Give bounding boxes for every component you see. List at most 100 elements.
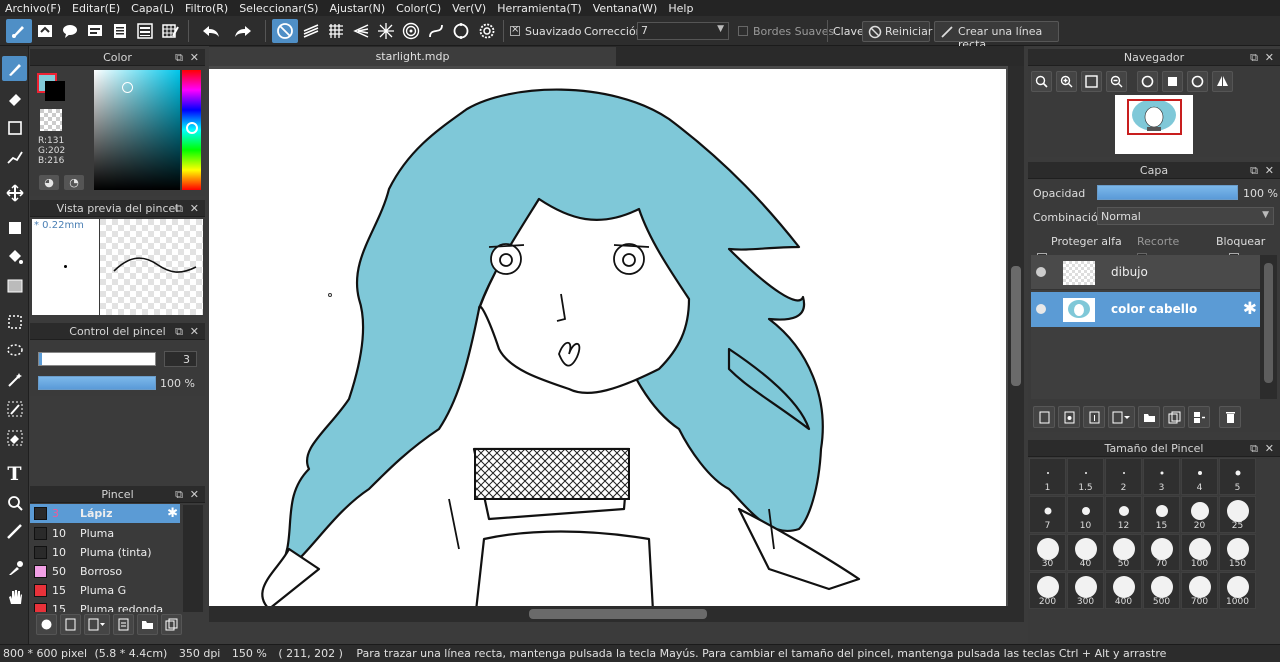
flip-horizontal-icon[interactable] — [1212, 71, 1233, 92]
menu-archivo[interactable]: Archivo(F) — [0, 2, 67, 15]
snap-settings-icon[interactable] — [474, 19, 500, 43]
gradient-tool-icon[interactable] — [2, 273, 27, 298]
layer-row[interactable]: color cabello ✱ — [1031, 292, 1260, 327]
add-layer-menu-icon[interactable] — [1108, 406, 1135, 428]
new-brush-icon[interactable] — [60, 614, 81, 635]
lasso-tool-icon[interactable] — [2, 338, 27, 363]
brush-size-cell[interactable]: 1.5 — [1067, 458, 1104, 495]
grid-edit-icon[interactable] — [157, 19, 183, 43]
select-pen-tool-icon[interactable] — [2, 396, 27, 421]
snap-concentric-icon[interactable] — [398, 19, 424, 43]
eye-icon[interactable] — [1036, 267, 1046, 277]
navigator-thumbnail[interactable] — [1115, 95, 1193, 154]
brush-cloud-icon[interactable] — [36, 614, 57, 635]
brush-size-cell[interactable]: 25 — [1219, 496, 1256, 533]
canvas-tab[interactable]: starlight.mdp — [209, 47, 616, 66]
brush-size-cell[interactable]: 100 — [1181, 534, 1218, 571]
brush-size-cell[interactable]: 400 — [1105, 572, 1142, 609]
brush-item[interactable]: 10 Pluma — [30, 524, 180, 543]
bordes-suaves-checkbox[interactable] — [738, 26, 748, 36]
menu-ventana[interactable]: Ventana(W) — [588, 2, 664, 15]
snap-parallel-icon[interactable] — [298, 19, 324, 43]
menu-seleccionar[interactable]: Seleccionar(S) — [234, 2, 324, 15]
duplicate-layer-icon[interactable] — [1163, 406, 1185, 428]
viewport-rect[interactable] — [1127, 99, 1182, 135]
layer-opacity-slider[interactable] — [1097, 185, 1238, 200]
brush-item[interactable]: 15 Pluma redonda — [30, 600, 180, 612]
suavizado-checkbox[interactable] — [510, 24, 520, 36]
linea-recta-button[interactable]: Crear una línea recta — [934, 21, 1059, 51]
snap-grid-icon[interactable] — [323, 19, 349, 43]
zoom-out-icon[interactable] — [1106, 71, 1127, 92]
rectangle-tool-icon[interactable] — [2, 115, 27, 140]
popout-icon[interactable]: ⧉ — [175, 49, 183, 66]
menu-ajustar[interactable]: Ajustar(N) — [324, 2, 391, 15]
layer-row[interactable]: dibujo — [1031, 255, 1260, 290]
eyedropper-tool-icon[interactable] — [2, 555, 27, 580]
brush-size-cell[interactable]: 40 — [1067, 534, 1104, 571]
rotate-left-icon[interactable] — [1137, 71, 1158, 92]
brush-duplicate-icon[interactable] — [161, 614, 182, 635]
brush-size-cell[interactable]: 5 — [1219, 458, 1256, 495]
brush-item[interactable]: 3 Lápiz ✱ — [30, 504, 180, 523]
drawing-canvas[interactable] — [209, 69, 1006, 622]
zoom-in-plus-icon[interactable] — [1056, 71, 1077, 92]
brush-list-scrollbar[interactable] — [183, 505, 203, 612]
layer-folder-icon[interactable] — [1138, 406, 1160, 428]
horizontal-scroll-thumb[interactable] — [529, 609, 707, 619]
list-view-icon[interactable] — [132, 19, 158, 43]
text-tool-icon[interactable]: T — [2, 461, 27, 486]
brush-size-cell[interactable]: 700 — [1181, 572, 1218, 609]
delete-layer-icon[interactable] — [1219, 406, 1241, 428]
operation-tool-icon[interactable] — [2, 490, 27, 515]
document-icon[interactable] — [107, 19, 133, 43]
popout-icon[interactable]: ⧉ — [1250, 162, 1258, 179]
transparent-color-swatch[interactable] — [40, 109, 62, 131]
brush-size-cell[interactable]: 150 — [1219, 534, 1256, 571]
hue-cursor[interactable] — [186, 122, 198, 134]
brush-size-cell[interactable]: 1000 — [1219, 572, 1256, 609]
brush-size-cell[interactable]: 300 — [1067, 572, 1104, 609]
eye-icon[interactable] — [1036, 304, 1046, 314]
canvas-horizontal-scrollbar[interactable] — [209, 606, 1008, 622]
snap-ellipse-icon[interactable] — [448, 19, 474, 43]
select-eraser-tool-icon[interactable] — [2, 425, 27, 450]
bucket-tool-icon[interactable] — [2, 244, 27, 269]
brush-size-value[interactable]: 3 — [164, 351, 197, 367]
brush-item[interactable]: 10 Pluma (tinta) — [30, 543, 180, 562]
brush-size-cell[interactable]: 12 — [1105, 496, 1142, 533]
brush-size-cell[interactable]: 1 — [1029, 458, 1066, 495]
new-layer-icon[interactable] — [1033, 406, 1055, 428]
merge-layer-icon[interactable] — [1188, 406, 1210, 428]
sv-cursor[interactable] — [122, 82, 133, 93]
brush-mode-icon[interactable] — [6, 19, 32, 43]
close-icon[interactable]: ✕ — [1265, 49, 1274, 66]
close-icon[interactable]: ✕ — [1265, 162, 1274, 179]
brush-size-cell[interactable]: 20 — [1181, 496, 1218, 533]
gear-icon[interactable]: ✱ — [1243, 299, 1257, 319]
popout-icon[interactable]: ⧉ — [1250, 440, 1258, 457]
line-tool-icon[interactable] — [2, 144, 27, 169]
speech-bubble-icon[interactable] — [57, 19, 83, 43]
eraser-tool-icon[interactable] — [2, 86, 27, 111]
close-icon[interactable]: ✕ — [190, 200, 199, 217]
add-brush-menu-icon[interactable] — [84, 614, 110, 635]
correccion-select[interactable]: 7 ▼ — [637, 22, 729, 40]
menu-filtro[interactable]: Filtro(R) — [180, 2, 234, 15]
saturation-value-square[interactable] — [94, 70, 180, 190]
select-rect-tool-icon[interactable] — [2, 309, 27, 334]
brush-opacity-slider[interactable] — [38, 376, 156, 390]
close-icon[interactable]: ✕ — [1265, 440, 1274, 457]
menu-help[interactable]: Help — [663, 2, 699, 15]
close-icon[interactable]: ✕ — [190, 323, 199, 340]
comic-panel-icon[interactable] — [82, 19, 108, 43]
brush-size-cell[interactable]: 500 — [1143, 572, 1180, 609]
menu-herramienta[interactable]: Herramienta(T) — [492, 2, 588, 15]
brush-size-cell[interactable]: 4 — [1181, 458, 1218, 495]
snap-radial-icon[interactable] — [373, 19, 399, 43]
brush-tool-icon[interactable] — [2, 56, 27, 81]
fit-window-icon[interactable] — [1081, 71, 1102, 92]
move-tool-icon[interactable] — [2, 180, 27, 205]
brush-folder-icon[interactable] — [137, 614, 158, 635]
popout-icon[interactable]: ⧉ — [1250, 49, 1258, 66]
